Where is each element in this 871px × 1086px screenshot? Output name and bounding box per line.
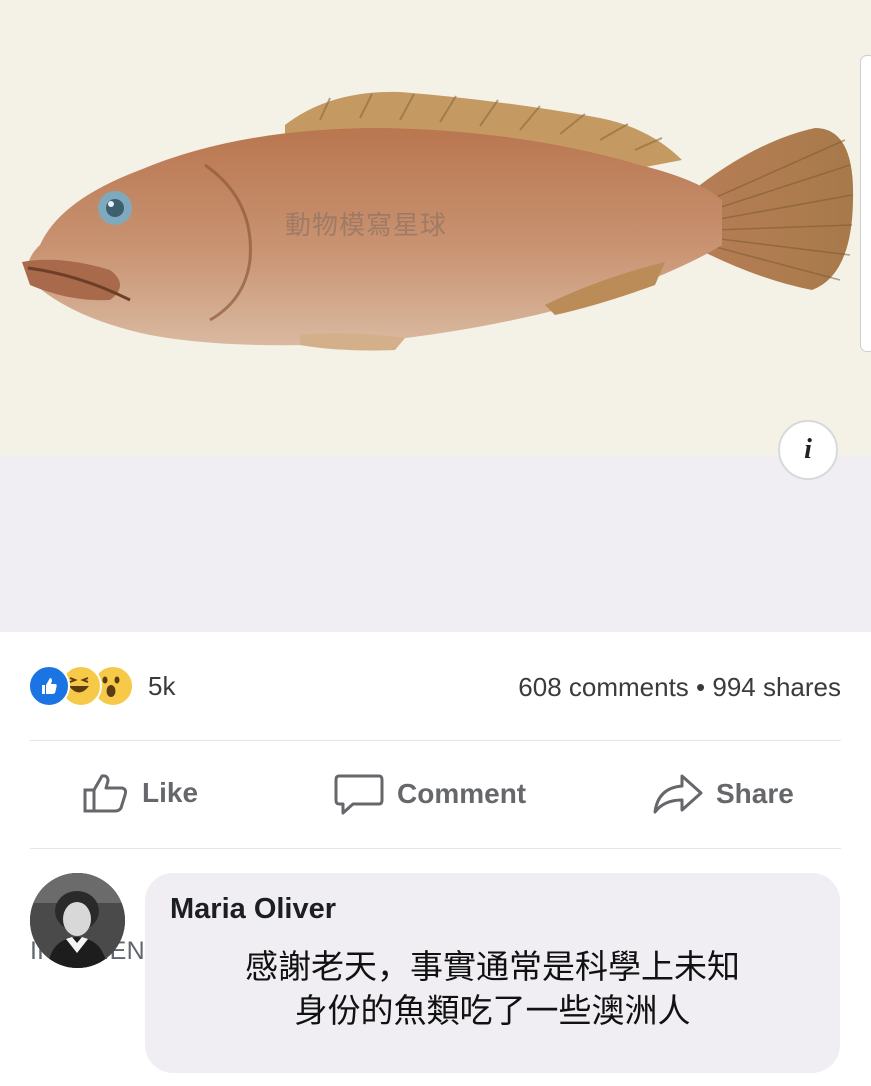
post-image[interactable]: 動物模寫星球 bbox=[0, 0, 871, 455]
like-icon bbox=[28, 665, 70, 707]
like-button[interactable]: Like bbox=[82, 772, 198, 814]
reaction-count: 5k bbox=[148, 670, 176, 701]
thumbs-up-icon bbox=[83, 774, 128, 813]
share-label: Share bbox=[716, 778, 794, 809]
comment-bubble[interactable]: Maria Oliver 感謝老天，事實通常是科學上未知 身份的魚類吃了一些澳洲… bbox=[145, 873, 840, 1073]
divider bbox=[30, 848, 841, 849]
image-watermark: 動物模寫星球 bbox=[285, 211, 448, 241]
post-stats: 5k 608 comments • 994 shares bbox=[0, 660, 871, 716]
share-button[interactable]: Share bbox=[652, 772, 794, 816]
like-label: Like bbox=[142, 777, 199, 808]
comment-line-2: 身份的魚類吃了一些澳洲人 bbox=[294, 991, 691, 1030]
info-icon[interactable]: i bbox=[778, 420, 838, 480]
comment-button[interactable]: Comment bbox=[333, 772, 526, 816]
comment-line-1: 感謝老天，事實通常是科學上未知 bbox=[245, 947, 740, 986]
share-icon bbox=[653, 774, 703, 814]
comment-icon bbox=[334, 774, 384, 815]
scrollbar-edge[interactable] bbox=[860, 55, 871, 352]
divider bbox=[30, 740, 841, 741]
comment: Maria Oliver 感謝老天，事實通常是科學上未知 身份的魚類吃了一些澳洲… bbox=[0, 865, 871, 1085]
comments-shares-count[interactable]: 608 comments • 994 shares bbox=[518, 672, 841, 703]
comment-author[interactable]: Maria Oliver bbox=[170, 893, 336, 926]
comment-text: 感謝老天，事實通常是科學上未知 身份的魚類吃了一些澳洲人 bbox=[145, 945, 840, 1033]
link-preview[interactable]: IFLSCIENCE.COM 澳洲人不小心吃了一尾 科學上未知身份的魚類 bbox=[0, 455, 871, 1067]
action-bar: Like Comment Share bbox=[0, 760, 871, 830]
avatar-image bbox=[30, 873, 125, 968]
avatar[interactable] bbox=[30, 873, 125, 968]
reaction-summary[interactable]: 5k bbox=[28, 665, 176, 707]
comment-label: Comment bbox=[397, 778, 527, 809]
